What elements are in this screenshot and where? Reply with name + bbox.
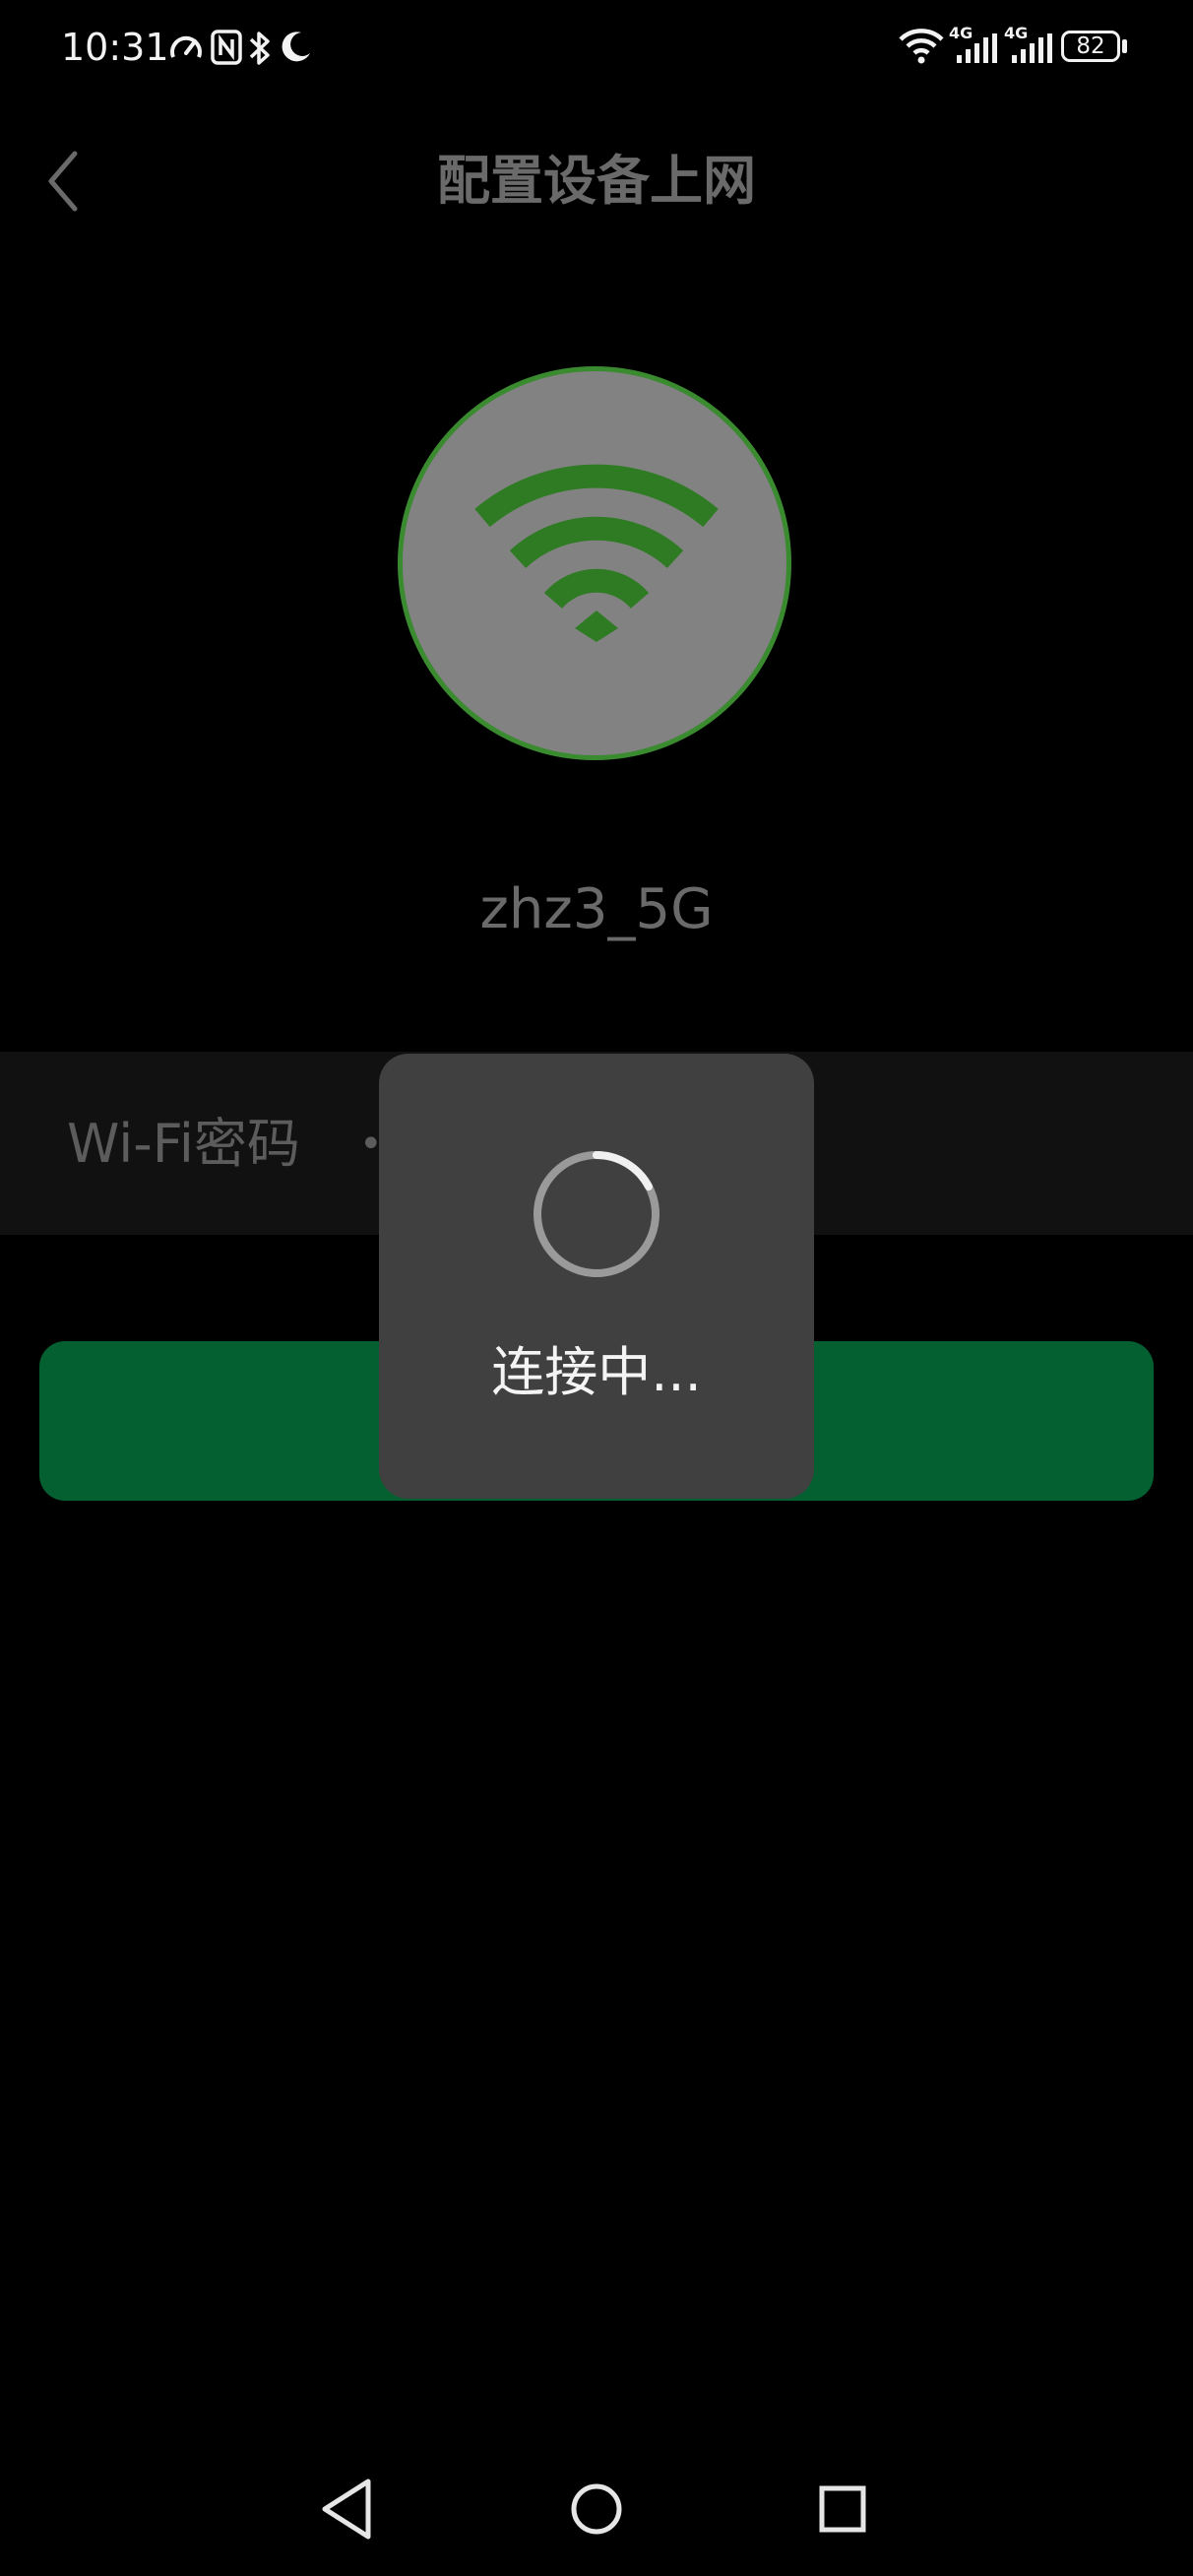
status-bar: 10:31 4G 4G 82 <box>0 0 1193 95</box>
page-title: 配置设备上网 <box>437 150 756 212</box>
network-ssid: zhz3_5G <box>479 877 714 941</box>
password-label: Wi-Fi密码 <box>67 1113 300 1175</box>
battery-icon: 82 <box>1061 31 1120 62</box>
loading-spinner-icon <box>534 1151 659 1277</box>
square-recents-icon[interactable] <box>805 2472 880 2546</box>
cell-signal-4g-icon-2 <box>1012 33 1052 63</box>
battery-tip <box>1122 39 1127 53</box>
moon-icon <box>282 32 310 62</box>
wifi-icon <box>474 464 719 642</box>
nfc-icon <box>211 30 242 65</box>
triangle-back-icon[interactable] <box>311 2472 386 2546</box>
loading-text: 连接中... <box>491 1341 702 1403</box>
loading-toast: 连接中... <box>379 1054 814 1499</box>
battery-level: 82 <box>1076 33 1105 59</box>
status-time: 10:31 <box>61 26 169 69</box>
bluetooth-icon <box>249 32 270 65</box>
data-saver-icon <box>170 35 202 58</box>
cell-signal-4g-icon <box>957 33 997 63</box>
app-screen: 10:31 4G 4G 82 配置设备上网 zhz3_5G Wi-Fi密码 连接… <box>0 0 1193 2576</box>
circle-home-icon[interactable] <box>559 2472 634 2546</box>
wifi-signal-icon <box>899 29 944 64</box>
